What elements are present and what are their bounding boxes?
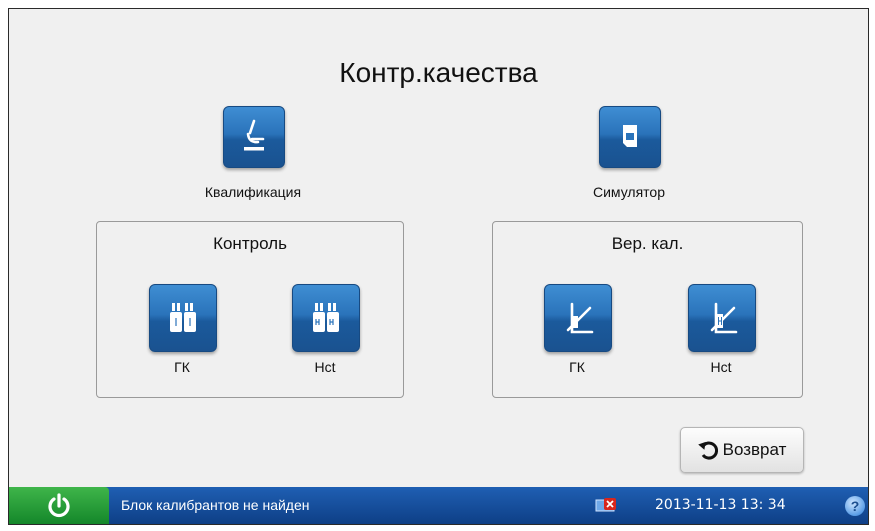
page-title: Контр.качества [339, 57, 538, 88]
calibration-gk-label: ГК [569, 359, 585, 375]
control-hct-label: Hct [314, 359, 336, 375]
ampoule-icon [170, 303, 196, 332]
power-icon [48, 492, 70, 517]
simulator-button[interactable] [599, 106, 661, 168]
control-gk-label: ГК [174, 359, 190, 375]
qualification-button[interactable] [223, 106, 285, 168]
return-arrow-icon [697, 441, 718, 460]
calibration-verification-group: Вер. кал. ГК Hct [492, 221, 803, 398]
calibration-gk-button[interactable] [544, 284, 612, 352]
calibration-verification-title: Вер. кал. [611, 234, 684, 253]
calibrant-missing-icon [595, 497, 619, 514]
status-bar: Блок калибрантов не найден 2013-11-13 13… [9, 487, 868, 524]
control-group-title: Контроль [213, 234, 287, 253]
control-hct-button[interactable] [292, 284, 360, 352]
back-button[interactable]: Возврат [680, 427, 804, 473]
ampoule-hct-icon [313, 303, 339, 332]
cartridge-icon [623, 125, 637, 147]
calibration-hct-label: Hct [710, 359, 732, 375]
calibration-hct-button[interactable] [688, 284, 756, 352]
simulator-label: Симулятор [593, 184, 665, 200]
back-button-label: Возврат [722, 440, 787, 459]
help-icon[interactable]: ? [845, 496, 865, 516]
status-message: Блок калибрантов не найден [121, 497, 310, 513]
datetime-display: 2013-11-13 13: 34 [655, 497, 786, 513]
control-group: Контроль ГК Hct [96, 221, 404, 398]
control-gk-button[interactable] [149, 284, 217, 352]
quality-control-screen: Контр.качества Квалификация Симулятор Ко… [8, 8, 869, 525]
calibration-tube-hct-icon [710, 302, 738, 334]
power-button[interactable] [9, 487, 109, 524]
qualification-label: Квалификация [204, 184, 302, 200]
calibration-tube-icon [566, 302, 594, 334]
microscope-icon [244, 119, 265, 151]
